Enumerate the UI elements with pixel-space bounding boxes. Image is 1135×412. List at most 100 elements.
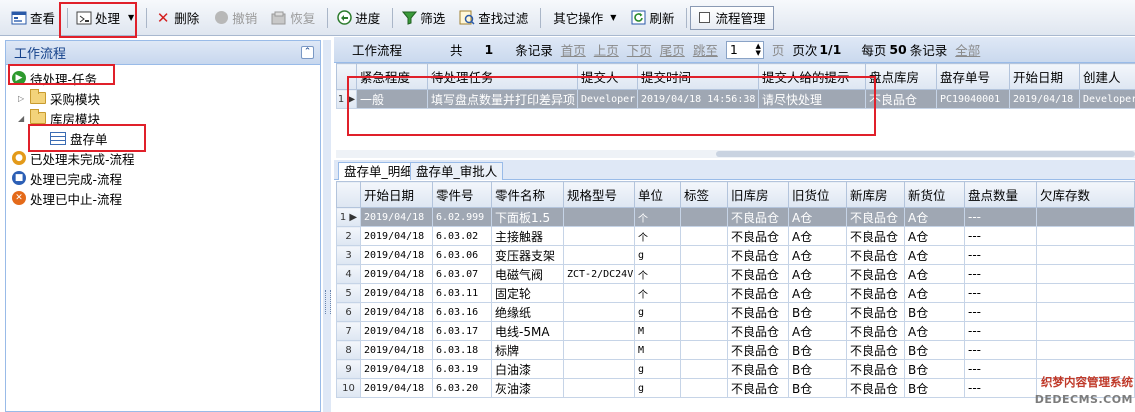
table-cell[interactable]: 个 [634, 283, 681, 303]
table-cell[interactable]: B仓 [904, 359, 965, 379]
column-header[interactable]: 创建人 [1079, 63, 1135, 90]
table-cell[interactable] [1036, 207, 1135, 227]
checkbox-icon[interactable] [699, 12, 711, 23]
tree-item-done-unfinished[interactable]: ● 已处理未完成-流程 [12, 148, 135, 168]
table-cell[interactable]: 6.03.20 [432, 378, 492, 398]
table-cell[interactable] [1036, 226, 1135, 246]
table-cell[interactable]: --- [964, 264, 1037, 284]
table-cell[interactable]: 2019/04/18 [360, 321, 433, 341]
table-cell[interactable] [680, 340, 728, 360]
table-cell[interactable] [1036, 283, 1135, 303]
table-cell[interactable]: --- [964, 245, 1037, 265]
page-number-input[interactable]: 1 ▲ ▼ [725, 40, 764, 59]
table-cell[interactable]: 不良品仓 [846, 378, 905, 398]
column-header[interactable]: 单位 [634, 181, 681, 208]
column-header[interactable]: 规格型号 [563, 181, 635, 208]
table-cell[interactable]: 不良品仓 [727, 321, 789, 341]
table-cell[interactable]: A仓 [904, 226, 965, 246]
table-cell[interactable]: 6.03.16 [432, 302, 492, 322]
table-cell[interactable]: 不良品仓 [727, 378, 789, 398]
table-cell[interactable]: 2019/04/18 [360, 359, 433, 379]
table-cell[interactable] [563, 302, 635, 322]
table-cell[interactable]: 不良品仓 [846, 283, 905, 303]
table-cell[interactable] [563, 378, 635, 398]
column-header[interactable]: 新库房 [846, 181, 905, 208]
table-cell[interactable]: A仓 [904, 321, 965, 341]
table-cell[interactable]: 2019/04/18 [360, 378, 433, 398]
collapse-icon[interactable]: ⌃ [301, 46, 314, 59]
table-cell[interactable]: B仓 [904, 340, 965, 360]
jump-link[interactable]: 跳至 [693, 40, 718, 59]
refresh-button[interactable]: 刷新 [625, 6, 679, 30]
tab-inventory-approvers[interactable]: 盘存单_审批人 [410, 162, 504, 180]
panel-splitter[interactable] [323, 40, 331, 412]
table-cell[interactable]: B仓 [788, 340, 847, 360]
first-page-link[interactable]: 首页 [561, 40, 586, 59]
find-filter-button[interactable]: 查找过滤 [454, 6, 533, 30]
table-cell[interactable]: 6.03.07 [432, 264, 492, 284]
tree-item-done-finished[interactable]: ■ 处理已完成-流程 [12, 168, 122, 188]
table-cell[interactable]: 不良品仓 [727, 359, 789, 379]
table-row[interactable]: 4 2019/04/18 6.03.07 电磁气阀 ZCT-2/DC24V 个不良品仓 A仓… [336, 264, 1135, 284]
table-cell[interactable] [680, 359, 728, 379]
table-cell[interactable]: 不良品仓 [846, 359, 905, 379]
table-row[interactable]: 1 ▶ 2019/04/18 6.02.999 下面板1.5 个不良品仓 A仓 不良品仓 A仓… [336, 207, 1135, 227]
next-page-link[interactable]: 下页 [627, 40, 652, 59]
table-cell[interactable]: 2019/04/18 [360, 340, 433, 360]
last-page-link[interactable]: 尾页 [660, 40, 685, 59]
chevron-down-icon[interactable]: ▼ [128, 13, 134, 22]
table-cell[interactable]: ZCT-2/DC24V [563, 264, 635, 284]
revoke-button[interactable]: 撤销 [208, 6, 262, 30]
table-cell[interactable]: 2019/04/18 [360, 283, 433, 303]
tab-inventory-detail[interactable]: 盘存单_明细 [338, 162, 419, 180]
table-cell[interactable]: B仓 [788, 378, 847, 398]
table-cell[interactable] [563, 321, 635, 341]
table-cell[interactable]: 不良品仓 [846, 226, 905, 246]
table-cell[interactable]: A仓 [904, 245, 965, 265]
table-cell[interactable]: A仓 [904, 264, 965, 284]
table-cell[interactable]: 6.03.18 [432, 340, 492, 360]
table-cell[interactable] [680, 264, 728, 284]
table-cell[interactable]: 不良品仓 [846, 302, 905, 322]
table-cell[interactable]: B仓 [904, 378, 965, 398]
table-cell[interactable]: M [634, 321, 681, 341]
table-cell[interactable]: 不良品仓 [727, 302, 789, 322]
column-header[interactable]: 开始日期 [360, 181, 433, 208]
table-cell[interactable]: --- [964, 302, 1037, 322]
table-cell[interactable]: 6.03.06 [432, 245, 492, 265]
column-header[interactable]: 提交时间 [637, 63, 759, 90]
table-cell[interactable]: 主接触器 [491, 226, 564, 246]
table-cell[interactable]: 6.03.02 [432, 226, 492, 246]
table-cell[interactable]: 2019/04/18 14:56:38 [637, 89, 759, 109]
table-cell[interactable]: 6.03.17 [432, 321, 492, 341]
table-cell[interactable]: 不良品仓 [846, 340, 905, 360]
table-cell[interactable] [563, 245, 635, 265]
column-header[interactable]: 旧货位 [788, 181, 847, 208]
table-cell[interactable] [680, 283, 728, 303]
table-cell[interactable]: A仓 [788, 283, 847, 303]
table-cell[interactable]: 请尽快处理 [758, 89, 866, 109]
tree-item-pending[interactable]: ▶ 待处理-任务 [12, 68, 97, 88]
table-cell[interactable]: Developer [1079, 89, 1135, 109]
column-header[interactable]: 盘点数量 [964, 181, 1037, 208]
table-cell[interactable]: A仓 [788, 264, 847, 284]
table-cell[interactable]: 2019/04/18 [360, 302, 433, 322]
view-button[interactable]: 查看 [6, 6, 60, 30]
table-cell[interactable]: 不良品仓 [846, 207, 905, 227]
table-cell[interactable]: g [634, 378, 681, 398]
table-cell[interactable]: 灰油漆 [491, 378, 564, 398]
table-cell[interactable] [563, 359, 635, 379]
delete-button[interactable]: ✕ 删除 [150, 6, 204, 30]
table-cell[interactable]: g [634, 245, 681, 265]
flow-manage-button[interactable]: 流程管理 [690, 5, 775, 30]
table-cell[interactable]: 填写盘点数量并打印差异项 [427, 89, 578, 109]
progress-button[interactable]: 进度 [331, 6, 385, 30]
restore-button[interactable]: 恢复 [266, 6, 320, 30]
table-cell[interactable]: 6.03.11 [432, 283, 492, 303]
table-cell[interactable]: 不良品仓 [846, 321, 905, 341]
column-header[interactable]: 零件号 [432, 181, 492, 208]
table-cell[interactable]: B仓 [788, 302, 847, 322]
table-cell[interactable] [1036, 340, 1135, 360]
horizontal-scrollbar[interactable] [336, 150, 1135, 158]
table-cell[interactable]: --- [964, 226, 1037, 246]
